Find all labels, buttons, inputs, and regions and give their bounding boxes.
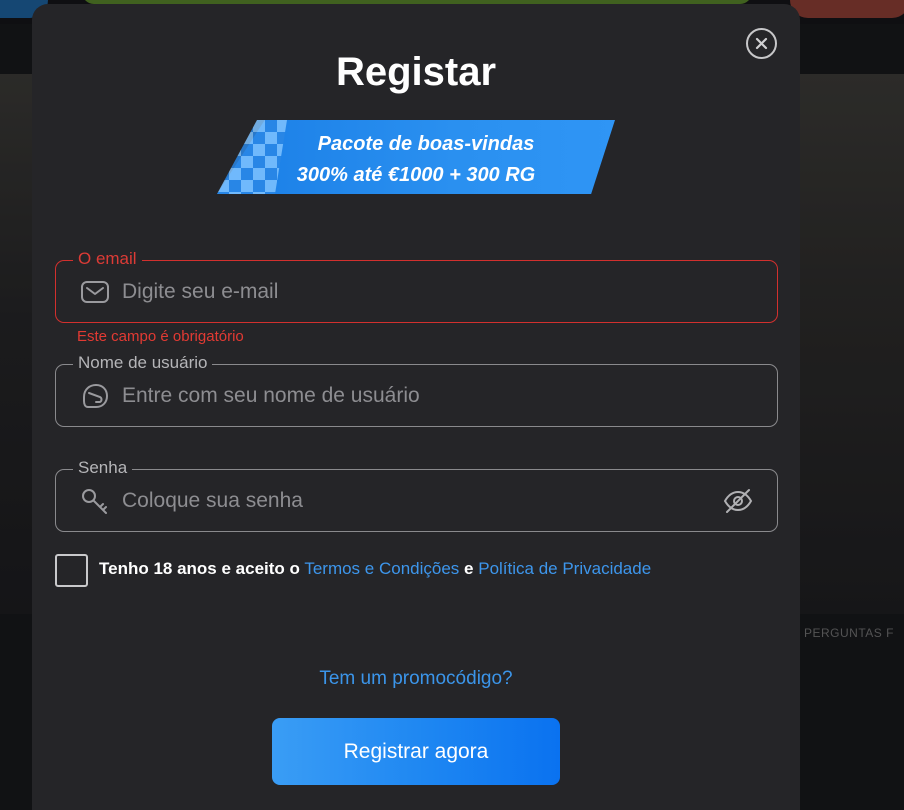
envelope-icon [80, 279, 110, 305]
password-input[interactable] [122, 470, 712, 531]
banner-line-2: 300% até €1000 + 300 RG [296, 164, 536, 186]
banner-line-1: Pacote de boas-vindas [317, 133, 535, 155]
terms-conditions-link[interactable]: Termos e Condições [304, 559, 459, 578]
terms-prefix: Tenho 18 anos e aceito o [99, 559, 300, 578]
key-icon [80, 488, 110, 514]
terms-row: Tenho 18 anos e aceito o Termos e Condiç… [55, 553, 775, 587]
welcome-bonus-banner: Pacote de boas-vindas 300% até €1000 + 3… [217, 120, 615, 194]
register-button[interactable]: Registrar agora [272, 718, 560, 785]
email-error-message: Este campo é obrigatório [77, 328, 244, 345]
eye-off-icon[interactable] [722, 488, 754, 514]
terms-connector: e [464, 559, 474, 578]
promo-code-link[interactable]: Tem um promocódigo? [32, 668, 800, 690]
email-input[interactable] [122, 261, 712, 322]
email-field: O email [55, 249, 778, 323]
helmet-icon [80, 383, 110, 409]
username-field: Nome de usuário [55, 353, 778, 427]
register-modal: Registar Pacote de boas-vindas 300% até … [32, 4, 800, 810]
password-field: Senha [55, 458, 778, 532]
close-icon [755, 37, 768, 50]
terms-checkbox[interactable] [55, 554, 88, 587]
modal-title: Registar [335, 50, 497, 94]
username-input[interactable] [122, 365, 712, 426]
privacy-policy-link[interactable]: Política de Privacidade [478, 559, 651, 578]
terms-text: Tenho 18 anos e aceito o Termos e Condiç… [99, 559, 651, 579]
